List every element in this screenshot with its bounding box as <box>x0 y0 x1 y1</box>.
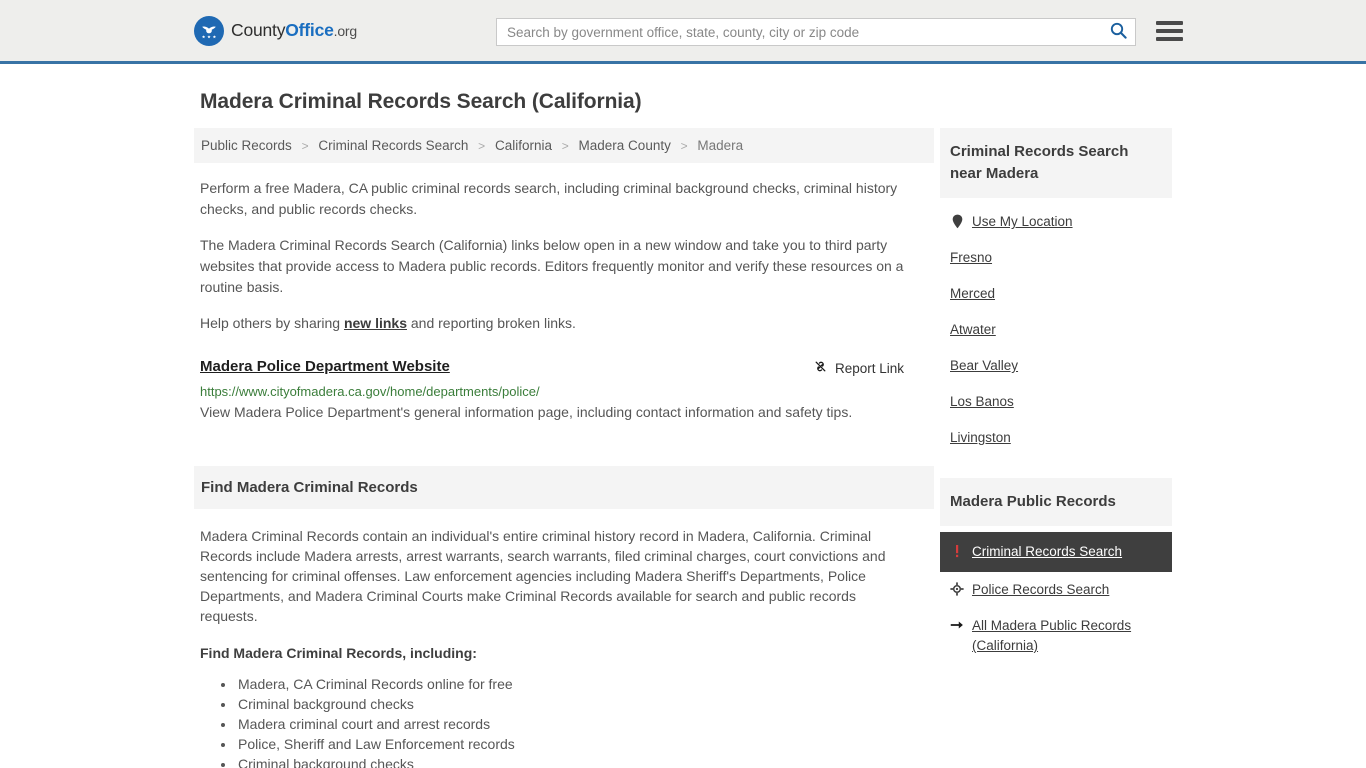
sidebar-item-los-banos[interactable]: Los Banos <box>940 384 1172 420</box>
sidebar-link[interactable]: All Madera Public Records (California) <box>972 616 1162 656</box>
hamburger-bar <box>1156 29 1183 33</box>
sidebar-public-records-heading: Madera Public Records <box>940 478 1172 526</box>
breadcrumb: Public Records > Criminal Records Search… <box>194 128 934 163</box>
search-icon <box>1110 22 1127 42</box>
sidebar-item-merced[interactable]: Merced <box>940 276 1172 312</box>
location-pin-icon <box>950 213 964 229</box>
sidebar-item-all-public-records[interactable]: All Madera Public Records (California) <box>940 608 1172 664</box>
site-logo-text: CountyOffice.org <box>231 20 357 41</box>
sidebar-item-atwater[interactable]: Atwater <box>940 312 1172 348</box>
hamburger-menu-icon[interactable] <box>1156 19 1183 43</box>
breadcrumb-item-public-records[interactable]: Public Records <box>201 138 292 153</box>
result-title-link[interactable]: Madera Police Department Website <box>200 358 450 375</box>
new-links-link[interactable]: new links <box>344 315 407 331</box>
search-input[interactable] <box>497 19 1101 45</box>
hamburger-bar <box>1156 21 1183 25</box>
eagle-seal-icon <box>194 15 224 46</box>
list-item: Police, Sheriff and Law Enforcement reco… <box>236 734 934 754</box>
site-header: CountyOffice.org <box>0 0 1366 64</box>
report-link-button[interactable]: Report Link <box>813 359 904 377</box>
result-description: View Madera Police Department's general … <box>200 404 853 420</box>
find-records-section-heading: Find Madera Criminal Records <box>194 466 934 509</box>
intro-paragraph-1: Perform a free Madera, CA public crimina… <box>200 180 898 217</box>
exclamation-icon <box>950 543 964 559</box>
sidebar-item-bear-valley[interactable]: Bear Valley <box>940 348 1172 384</box>
find-records-list-heading: Find Madera Criminal Records, including: <box>200 645 477 661</box>
intro-paragraph-2: The Madera Criminal Records Search (Cali… <box>200 237 904 295</box>
sidebar-public-records-box: Madera Public Records Criminal Records S… <box>940 478 1172 664</box>
share-text-before: Help others by sharing <box>200 315 344 331</box>
list-item: Criminal background checks <box>236 694 934 714</box>
broken-link-icon <box>813 359 828 377</box>
page-container: Madera Criminal Records Search (Californ… <box>0 90 1366 768</box>
find-records-paragraph: Madera Criminal Records contain an indiv… <box>200 528 886 624</box>
page-title: Madera Criminal Records Search (Californ… <box>200 90 642 113</box>
breadcrumb-separator: > <box>301 139 309 153</box>
result-url: https://www.cityofmadera.ca.gov/home/dep… <box>200 384 540 399</box>
breadcrumb-separator: > <box>561 139 569 153</box>
sidebar-link[interactable]: Los Banos <box>950 392 1014 412</box>
list-item: Criminal background checks <box>236 754 934 768</box>
result-header-row: Madera Police Department Website Report … <box>200 358 920 377</box>
share-text-after: and reporting broken links. <box>407 315 576 331</box>
search-button[interactable] <box>1101 19 1135 45</box>
sidebar-item-livingston[interactable]: Livingston <box>940 420 1172 456</box>
sidebar-item-criminal-records-search[interactable]: Criminal Records Search <box>940 532 1172 572</box>
find-records-section-body: Madera Criminal Records contain an indiv… <box>194 509 934 768</box>
result-item: Madera Police Department Website Report … <box>200 358 920 423</box>
search-bar[interactable] <box>496 18 1136 46</box>
breadcrumb-item-criminal-records-search[interactable]: Criminal Records Search <box>318 138 468 153</box>
intro-paragraph-3: Help others by sharing new links and rep… <box>200 313 915 334</box>
sidebar-link[interactable]: Bear Valley <box>950 356 1018 376</box>
sidebar-item-use-my-location[interactable]: Use My Location <box>940 204 1172 240</box>
brand-part-org: .org <box>333 23 358 39</box>
arrow-right-icon <box>950 617 964 633</box>
brand-part-county: County <box>231 20 286 40</box>
sidebar-link[interactable]: Use My Location <box>972 212 1073 232</box>
sidebar-nearby-box: Criminal Records Search near Madera Use … <box>940 128 1172 456</box>
report-link-label: Report Link <box>834 360 904 376</box>
find-records-list: Madera, CA Criminal Records online for f… <box>200 674 934 768</box>
breadcrumb-separator: > <box>478 139 486 153</box>
sidebar-link[interactable]: Police Records Search <box>972 580 1109 600</box>
content-columns: Public Records > Criminal Records Search… <box>194 128 1172 768</box>
crosshair-badge-icon <box>950 581 964 597</box>
main-column: Public Records > Criminal Records Search… <box>194 128 934 768</box>
sidebar-link[interactable]: Fresno <box>950 248 992 268</box>
list-item: Madera, CA Criminal Records online for f… <box>236 674 934 694</box>
sidebar-link[interactable]: Livingston <box>950 428 1011 448</box>
breadcrumb-item-california[interactable]: California <box>495 138 552 153</box>
list-item: Madera criminal court and arrest records <box>236 714 934 734</box>
sidebar-nearby-heading: Criminal Records Search near Madera <box>940 128 1172 198</box>
sidebar-link[interactable]: Atwater <box>950 320 996 340</box>
site-logo[interactable]: CountyOffice.org <box>194 15 357 46</box>
sidebar: Criminal Records Search near Madera Use … <box>940 128 1172 664</box>
sidebar-public-records-list: Criminal Records Search Police Records S… <box>940 526 1172 664</box>
hamburger-bar <box>1156 37 1183 41</box>
brand-part-office: Office <box>285 20 334 40</box>
breadcrumb-separator: > <box>680 139 688 153</box>
sidebar-item-police-records-search[interactable]: Police Records Search <box>940 572 1172 608</box>
sidebar-nearby-list: Use My Location Fresno Merced Atwater Be… <box>940 198 1172 456</box>
sidebar-link[interactable]: Merced <box>950 284 995 304</box>
breadcrumb-item-madera: Madera <box>697 138 744 153</box>
sidebar-link[interactable]: Criminal Records Search <box>972 542 1122 562</box>
sidebar-item-fresno[interactable]: Fresno <box>940 240 1172 276</box>
breadcrumb-item-madera-county[interactable]: Madera County <box>579 138 671 153</box>
